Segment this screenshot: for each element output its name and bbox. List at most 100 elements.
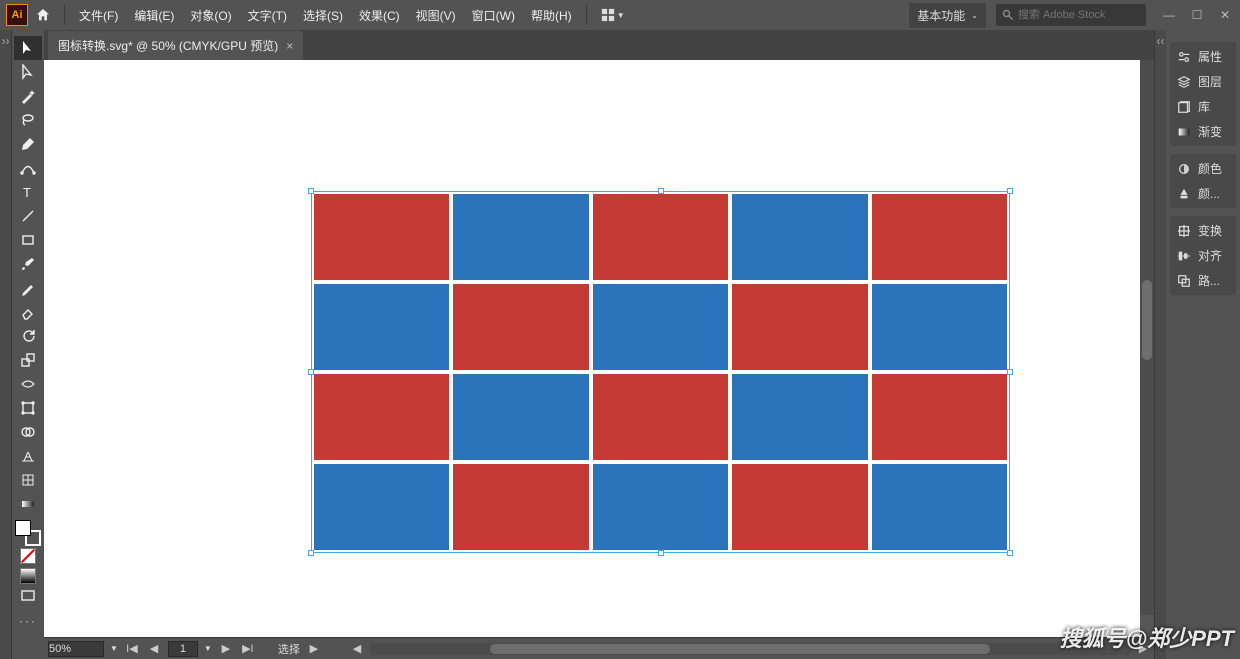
rectangle-shape[interactable] (872, 194, 1007, 280)
selection-handle[interactable] (1007, 369, 1013, 375)
divider (586, 5, 587, 25)
eraser-tool[interactable] (14, 300, 42, 324)
menu-file[interactable]: 文件(F) (73, 3, 124, 28)
rectangle-shape[interactable] (314, 374, 449, 460)
chevron-down-icon: ▼ (617, 11, 625, 20)
panel-transform[interactable]: 变换 (1170, 218, 1236, 243)
panel-color[interactable]: 颜色 (1170, 156, 1236, 181)
menu-effect[interactable]: 效果(C) (353, 3, 406, 28)
rectangle-shape[interactable] (593, 284, 728, 370)
width-tool[interactable] (14, 372, 42, 396)
scrollbar-thumb[interactable] (1142, 280, 1152, 360)
right-collapse-toggle[interactable]: ‹‹ (1154, 30, 1166, 659)
tool-dropdown[interactable]: ▶ (306, 642, 322, 655)
prev-artboard-button[interactable]: ◀ (146, 642, 162, 655)
selection-handle[interactable] (308, 550, 314, 556)
rectangle-shape[interactable] (593, 194, 728, 280)
workspace-switcher[interactable]: 基本功能 ⌄ (909, 3, 986, 28)
rectangle-shape[interactable] (732, 194, 867, 280)
menu-view[interactable]: 视图(V) (410, 3, 462, 28)
hscroll-right[interactable]: ▶ (1136, 642, 1150, 655)
stock-search-input[interactable] (1018, 9, 1128, 21)
minimize-button[interactable]: — (1160, 8, 1178, 22)
vertical-scrollbar[interactable] (1140, 60, 1154, 615)
rectangle-shape[interactable] (732, 374, 867, 460)
menu-window[interactable]: 窗口(W) (466, 3, 521, 28)
scale-tool[interactable] (14, 348, 42, 372)
rectangle-shape[interactable] (593, 464, 728, 550)
rectangle-tool[interactable] (14, 228, 42, 252)
last-artboard-button[interactable]: ▶I (240, 642, 256, 655)
zoom-field[interactable] (48, 641, 104, 657)
rectangle-shape[interactable] (872, 374, 1007, 460)
canvas[interactable] (44, 60, 1140, 637)
free-transform-tool[interactable] (14, 396, 42, 420)
none-swatch[interactable] (20, 548, 36, 564)
rectangle-shape[interactable] (314, 284, 449, 370)
stock-search[interactable] (996, 4, 1146, 26)
menu-type[interactable]: 文字(T) (242, 3, 293, 28)
rectangle-shape[interactable] (314, 464, 449, 550)
maximize-button[interactable]: ☐ (1188, 8, 1206, 22)
rectangle-shape[interactable] (872, 464, 1007, 550)
direct-selection-tool[interactable] (14, 60, 42, 84)
rectangle-shape[interactable] (593, 374, 728, 460)
panel-align[interactable]: 对齐 (1170, 243, 1236, 268)
first-artboard-button[interactable]: I◀ (124, 642, 140, 655)
panel-libraries[interactable]: 库 (1170, 94, 1236, 119)
left-collapse-toggle[interactable]: ›› (0, 30, 12, 659)
panel-gradient[interactable]: 渐变 (1170, 119, 1236, 144)
selection-handle[interactable] (1007, 188, 1013, 194)
mesh-tool[interactable] (14, 468, 42, 492)
document-tab[interactable]: 图标转换.svg* @ 50% (CMYK/GPU 预览) × (48, 31, 303, 60)
line-tool[interactable] (14, 204, 42, 228)
screen-mode-toggle[interactable] (14, 584, 42, 608)
rectangle-shape[interactable] (314, 194, 449, 280)
type-tool[interactable]: T (14, 180, 42, 204)
next-artboard-button[interactable]: ▶ (218, 642, 234, 655)
perspective-grid-tool[interactable] (14, 444, 42, 468)
draw-mode-toggle[interactable] (20, 568, 36, 584)
shape-builder-tool[interactable] (14, 420, 42, 444)
panel-properties[interactable]: 属性 (1170, 44, 1236, 69)
panel-layers[interactable]: 图层 (1170, 69, 1236, 94)
scrollbar-thumb[interactable] (490, 644, 990, 654)
menu-help[interactable]: 帮助(H) (525, 3, 578, 28)
selection-handle[interactable] (1007, 550, 1013, 556)
panel-pathfinder[interactable]: 路... (1170, 268, 1236, 293)
edit-toolbar-button[interactable]: ··· (18, 614, 38, 628)
rectangle-shape[interactable] (872, 284, 1007, 370)
rectangle-shape[interactable] (453, 374, 588, 460)
home-button[interactable] (30, 2, 56, 28)
horizontal-scrollbar[interactable] (370, 643, 1130, 655)
rectangle-shape[interactable] (732, 284, 867, 370)
rotate-tool[interactable] (14, 324, 42, 348)
selection-group[interactable] (314, 194, 1007, 550)
panel-label: 路... (1198, 272, 1220, 289)
curvature-tool[interactable] (14, 156, 42, 180)
arrange-docs-button[interactable]: ▼ (601, 3, 625, 27)
hscroll-left[interactable]: ◀ (350, 642, 364, 655)
fill-swatch[interactable] (15, 520, 31, 536)
rectangle-shape[interactable] (453, 464, 588, 550)
artboard-number-field[interactable] (168, 641, 198, 657)
tab-close-button[interactable]: × (286, 39, 293, 53)
panel-color-guide[interactable]: 颜... (1170, 181, 1236, 206)
lasso-tool[interactable] (14, 108, 42, 132)
magic-wand-tool[interactable] (14, 84, 42, 108)
chevron-down-icon: ▼ (204, 644, 212, 653)
menu-select[interactable]: 选择(S) (297, 3, 349, 28)
rectangle-shape[interactable] (453, 194, 588, 280)
paintbrush-tool[interactable] (14, 252, 42, 276)
selection-handle[interactable] (658, 550, 664, 556)
menu-edit[interactable]: 编辑(E) (128, 3, 180, 28)
rectangle-shape[interactable] (453, 284, 588, 370)
gradient-tool[interactable] (14, 492, 42, 516)
rectangle-shape[interactable] (732, 464, 867, 550)
selection-tool[interactable] (14, 36, 42, 60)
close-button[interactable]: ✕ (1216, 8, 1234, 22)
shaper-tool[interactable] (14, 276, 42, 300)
pen-tool[interactable] (14, 132, 42, 156)
fill-stroke-swatches[interactable] (15, 520, 41, 546)
menu-object[interactable]: 对象(O) (184, 3, 237, 28)
